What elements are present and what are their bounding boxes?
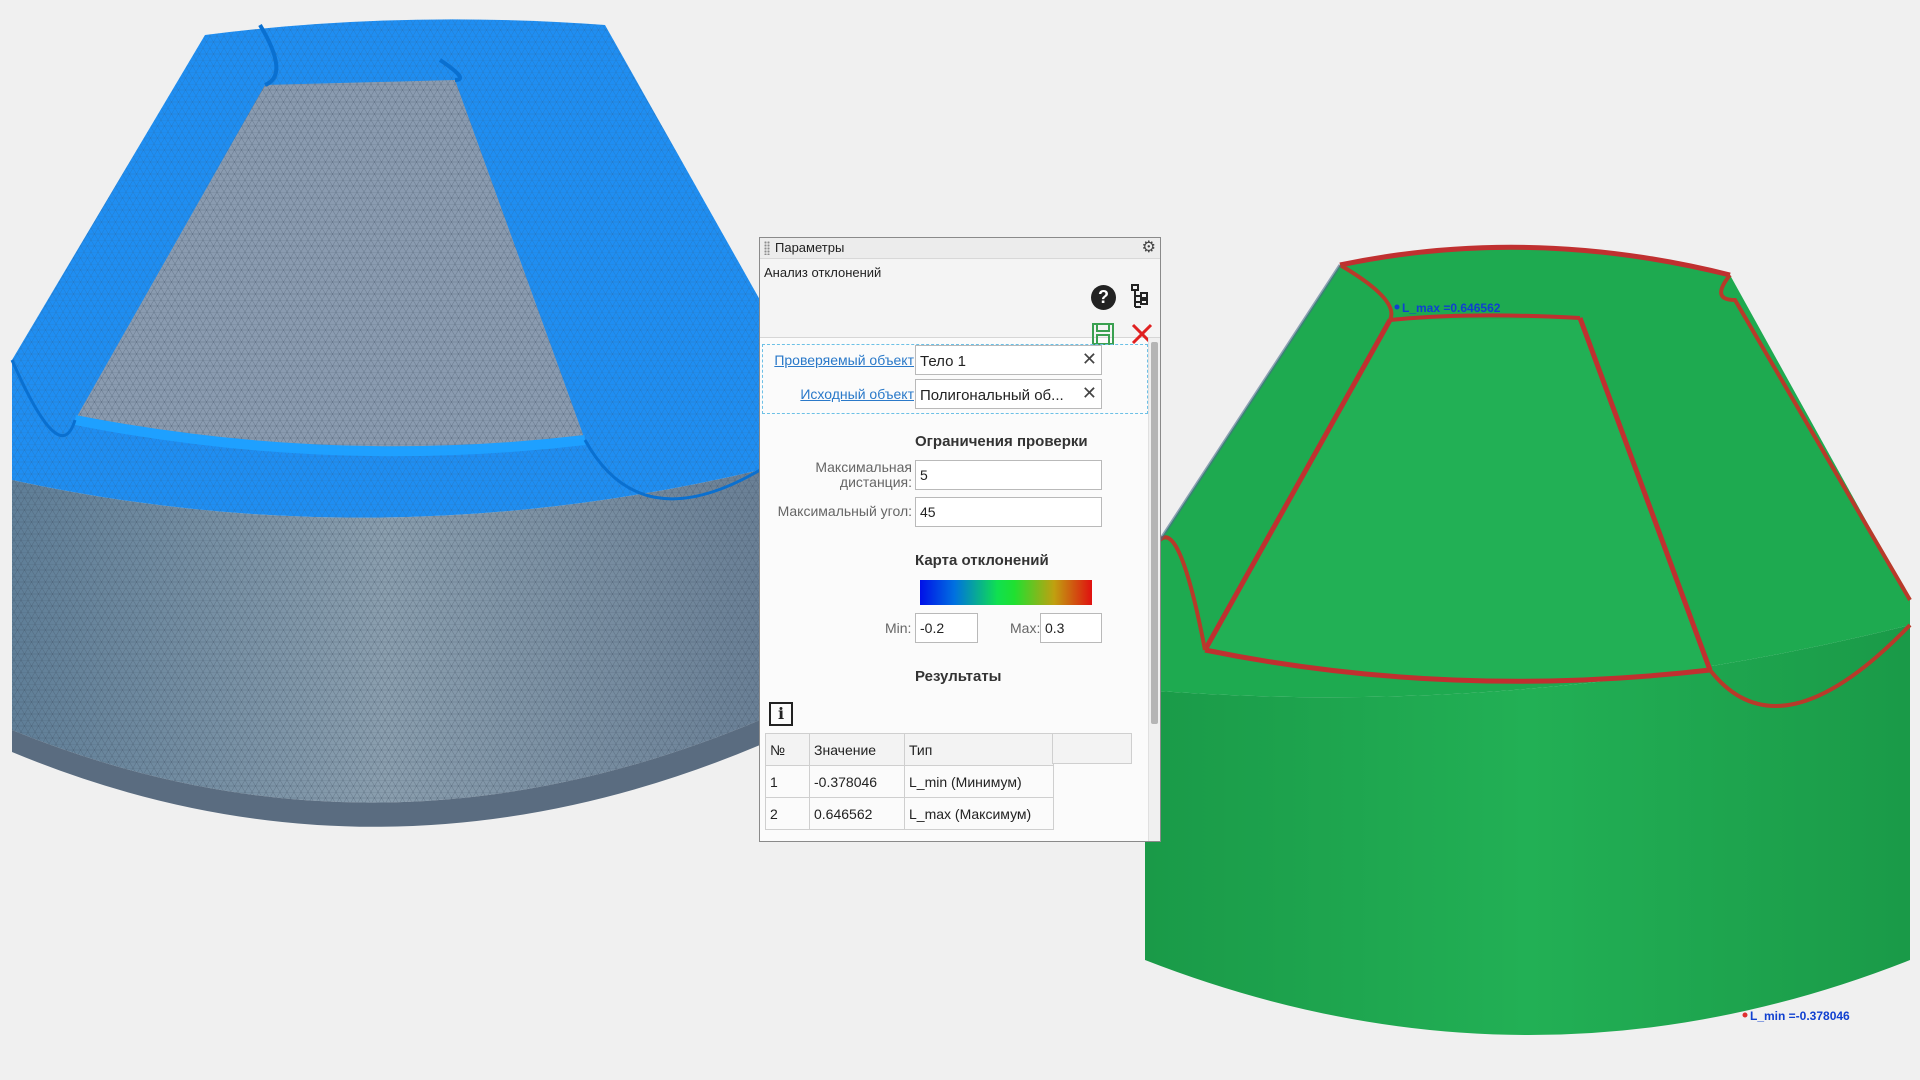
column-header-type[interactable]: Тип (904, 733, 1054, 766)
panel-titlebar[interactable]: Параметры ⚙ (760, 238, 1160, 259)
source-object-link[interactable]: Исходный объект (800, 386, 914, 402)
parameters-panel: Параметры ⚙ Анализ отклонений ? Проверяе… (759, 237, 1161, 842)
info-icon[interactable]: i (769, 702, 793, 726)
column-header-value[interactable]: Значение (809, 733, 905, 766)
scrollbar-thumb[interactable] (1151, 342, 1158, 724)
clear-checked-object-icon[interactable]: ✕ (1082, 349, 1097, 370)
max-angle-input[interactable]: 45 (915, 497, 1102, 527)
operation-name: Анализ отклонений (764, 265, 882, 280)
results-table: № Значение Тип 1 -0.378046 L_min (Миниму… (765, 733, 1054, 830)
row-number: 1 (765, 765, 810, 798)
mesh-model (10, 19, 761, 827)
max-label: Max: (1010, 620, 1041, 636)
lmax-marker-label: L_max =0.646562 (1402, 301, 1501, 315)
panel-title: Параметры (775, 240, 845, 255)
deviation-color-scale (920, 580, 1092, 605)
help-button[interactable]: ? (1091, 285, 1116, 310)
tree-icon[interactable] (1130, 283, 1150, 311)
results-title: Результаты (915, 668, 1002, 685)
panel-header: Анализ отклонений ? (760, 259, 1160, 345)
limits-title: Ограничения проверки (915, 433, 1088, 450)
checked-object-link[interactable]: Проверяемый объект (774, 352, 914, 368)
max-distance-input[interactable]: 5 (915, 460, 1102, 490)
row-value: -0.378046 (809, 765, 905, 798)
max-distance-label: Максимальная дистанция: (815, 459, 912, 490)
table-header-row: № Значение Тип (765, 733, 1054, 766)
max-value-input[interactable]: 0.3 (1040, 613, 1102, 643)
max-angle-label: Максимальный угол: (777, 503, 912, 519)
clear-source-object-icon[interactable]: ✕ (1082, 383, 1097, 404)
min-label: Min: (885, 620, 912, 636)
row-value: 0.646562 (809, 797, 905, 830)
deviation-map-title: Карта отклонений (915, 552, 1049, 569)
row-type: L_min (Минимум) (904, 765, 1054, 798)
table-row[interactable]: 1 -0.378046 L_min (Минимум) (765, 765, 1054, 798)
lmin-marker-label: L_min =-0.378046 (1750, 1009, 1850, 1023)
source-object-value: Полигональный об... (920, 387, 1064, 404)
deviation-map-model: L_max =0.646562 L_min =-0.378046 (1145, 244, 1912, 1035)
drag-grip-icon[interactable] (764, 241, 770, 255)
gear-icon[interactable]: ⚙ (1142, 239, 1156, 257)
row-type: L_max (Максимум) (904, 797, 1054, 830)
checked-object-field[interactable]: Тело 1 ✕ (915, 345, 1102, 375)
table-row[interactable]: 2 0.646562 L_max (Максимум) (765, 797, 1054, 830)
table-header-filler (1052, 733, 1132, 764)
checked-object-value: Тело 1 (920, 353, 966, 370)
row-number: 2 (765, 797, 810, 830)
panel-scrollbar[interactable] (1148, 338, 1160, 841)
min-value-input[interactable]: -0.2 (915, 613, 978, 643)
source-object-field[interactable]: Полигональный об... ✕ (915, 379, 1102, 409)
column-header-number[interactable]: № (765, 733, 810, 766)
panel-body: Проверяемый объект Тело 1 ✕ Исходный объ… (760, 338, 1150, 841)
